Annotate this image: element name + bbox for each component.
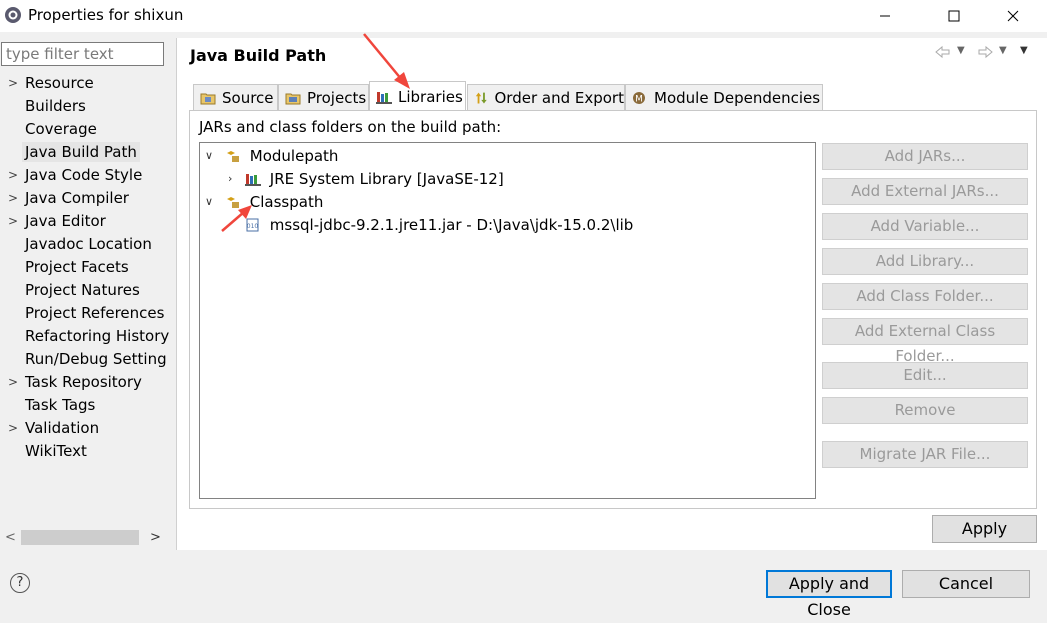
page-title: Java Build Path (190, 46, 327, 65)
minimize-icon[interactable] (862, 0, 908, 32)
forward-dropdown-icon[interactable]: ▼ (999, 45, 1007, 56)
remove-button[interactable]: Remove (822, 397, 1028, 424)
migrate-jar-file-button[interactable]: Migrate JAR File... (822, 441, 1028, 468)
edit-button[interactable]: Edit... (822, 362, 1028, 389)
chevron-down-icon[interactable]: ∨ (205, 191, 213, 213)
tab-libraries[interactable]: Libraries (369, 81, 466, 111)
window-title: Properties for shixun (28, 6, 184, 24)
nav-item-coverage[interactable]: Coverage (0, 118, 175, 141)
nav-item-java-editor[interactable]: > Java Editor (0, 210, 175, 233)
chevron-right-icon[interactable]: > (8, 371, 18, 394)
add-external-class-folder-button[interactable]: Add External Class Folder... (822, 318, 1028, 365)
help-icon[interactable]: ? (10, 573, 30, 593)
source-folder-icon (200, 93, 216, 104)
maximize-icon[interactable] (931, 0, 977, 32)
tab-source[interactable]: Source (193, 84, 278, 110)
apply-and-close-button[interactable]: Apply and Close (766, 570, 892, 619)
scrollbar-thumb[interactable] (21, 530, 139, 545)
chevron-right-icon[interactable]: > (8, 417, 18, 440)
forward-icon[interactable] (976, 44, 994, 64)
tab-module-dependencies[interactable]: M Module Dependencies (625, 84, 823, 110)
add-external-jars-button[interactable]: Add External JARs... (822, 178, 1028, 205)
svg-text:010: 010 (247, 223, 259, 230)
chevron-right-icon[interactable]: > (8, 187, 18, 210)
eclipse-gear-icon (5, 7, 21, 23)
nav-item-task-tags[interactable]: Task Tags (0, 394, 175, 417)
nav-item-project-natures[interactable]: Project Natures (0, 279, 175, 302)
add-jars-button[interactable]: Add JARs... (822, 143, 1028, 170)
add-class-folder-button[interactable]: Add Class Folder... (822, 283, 1028, 310)
close-icon[interactable] (990, 0, 1036, 32)
nav-item-wikitext[interactable]: WikiText (0, 440, 175, 463)
nav-item-java-build-path[interactable]: Java Build Path (0, 141, 175, 164)
view-menu-icon[interactable]: ▼ (1020, 45, 1028, 56)
nav-item-refactoring-history[interactable]: Refactoring History (0, 325, 175, 348)
svg-text:M: M (635, 94, 643, 104)
tree-node-jre[interactable]: › JRE System Library [JavaSE-12] (228, 168, 504, 190)
back-icon[interactable] (934, 44, 952, 64)
chevron-right-icon[interactable]: > (8, 72, 18, 95)
tab-order-and-export[interactable]: Order and Export (467, 84, 625, 110)
tab-projects[interactable]: Projects (278, 84, 369, 110)
nav-item-java-compiler[interactable]: > Java Compiler (0, 187, 175, 210)
nav-item-resource[interactable]: > Resource (0, 72, 175, 95)
section-label: JARs and class folders on the build path… (199, 118, 502, 136)
chevron-right-icon[interactable]: › (228, 168, 232, 190)
projects-icon (285, 93, 301, 104)
chevron-down-icon[interactable]: ∨ (205, 145, 213, 167)
add-variable-button[interactable]: Add Variable... (822, 213, 1028, 240)
add-library-button[interactable]: Add Library... (822, 248, 1028, 275)
module-dependencies-icon: M (633, 91, 645, 104)
scroll-right-icon[interactable]: > (150, 530, 161, 545)
tree-node-classpath[interactable]: ∨ Classpath (205, 191, 323, 213)
cancel-button[interactable]: Cancel (902, 570, 1030, 598)
apply-button[interactable]: Apply (932, 515, 1037, 543)
chevron-right-icon[interactable]: > (8, 210, 18, 233)
build-path-tree[interactable]: ∨ Modulepath › JRE System Library [JavaS… (199, 142, 816, 499)
jre-library-icon (245, 174, 261, 186)
nav-item-builders[interactable]: Builders (0, 95, 175, 118)
filter-input[interactable] (1, 42, 164, 66)
nav-item-project-facets[interactable]: Project Facets (0, 256, 175, 279)
jar-file-icon: 010 (246, 218, 259, 232)
classpath-icon (227, 197, 239, 208)
nav-item-run-debug-setting[interactable]: Run/Debug Setting (0, 348, 175, 371)
nav-item-project-references[interactable]: Project References (0, 302, 175, 325)
nav-item-java-code-style[interactable]: > Java Code Style (0, 164, 175, 187)
nav-item-validation[interactable]: > Validation (0, 417, 175, 440)
chevron-right-icon[interactable]: > (8, 164, 18, 187)
back-dropdown-icon[interactable]: ▼ (957, 45, 965, 56)
tree-node-jar[interactable]: 010 mssql-jdbc-9.2.1.jre11.jar - D:\Java… (245, 214, 633, 236)
modulepath-icon (227, 151, 239, 162)
order-export-icon (475, 92, 487, 103)
scroll-left-icon[interactable]: < (5, 530, 16, 545)
libraries-icon (376, 91, 392, 104)
nav-item-task-repository[interactable]: > Task Repository (0, 371, 175, 394)
tree-node-modulepath[interactable]: ∨ Modulepath (205, 145, 338, 167)
properties-nav-tree: > Resource Builders Coverage Java Build P… (0, 72, 175, 463)
nav-item-javadoc-location[interactable]: Javadoc Location (0, 233, 175, 256)
